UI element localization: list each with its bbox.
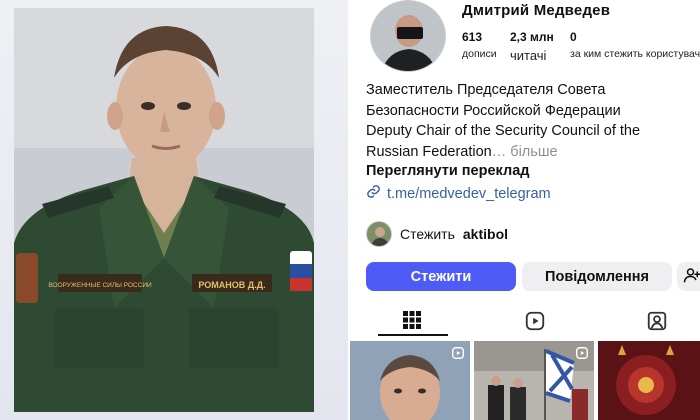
bio-line: Deputy Chair of the Security Council of …: [366, 123, 641, 139]
tagged-icon[interactable]: [646, 310, 670, 334]
followed-by-user: aktibol: [462, 226, 509, 242]
left-photo-panel: ВООРУЖЕННЫЕ СИЛЫ РОССИИ РОМАНОВ Д.Д.: [0, 0, 348, 420]
name-tag-text: РОМАНОВ Д.Д.: [198, 280, 265, 290]
stat-posts-count: 613: [462, 30, 483, 44]
followed-by[interactable]: Стежить aktibol: [366, 221, 508, 247]
bio-more-link[interactable]: … більше: [492, 144, 558, 160]
stat-posts-label: дописи: [462, 48, 497, 60]
stat-posts[interactable]: 613 дописи: [462, 30, 497, 60]
post-thumbnail[interactable]: [598, 341, 700, 420]
posts-grid: [350, 341, 700, 420]
followed-by-prefix: Стежить: [400, 226, 455, 242]
post-thumbnail[interactable]: [474, 341, 594, 420]
see-translation-link[interactable]: Переглянути переклад: [366, 163, 529, 179]
bio-line: Заместитель Председателя Совета: [366, 82, 606, 98]
profile-tabs: [348, 306, 700, 336]
reel-badge-icon: [575, 346, 589, 360]
stat-following-count: 0: [570, 30, 577, 44]
profile-bio: Заместитель Председателя Совета Безопасн…: [366, 80, 696, 162]
profile-link-text: t.me/medvedev_telegram: [387, 185, 551, 202]
stat-followers-count: 2,3 млн: [510, 30, 554, 44]
bio-line: Russian Federation: [366, 143, 492, 160]
reel-badge-icon: [451, 346, 465, 360]
active-tab-indicator: [378, 334, 448, 336]
bio-line: Безопасности Российской Федерации: [366, 102, 621, 119]
soldier-photo: ВООРУЖЕННЫЕ СИЛЫ РОССИИ РОМАНОВ Д.Д.: [14, 8, 314, 412]
grid-icon[interactable]: [402, 310, 426, 334]
profile-panel: Дмитрий Медведев 613 дописи 2,3 млн чита…: [348, 0, 700, 420]
stat-following-label: за ким стежить користувач: [570, 48, 700, 60]
profile-avatar[interactable]: [370, 0, 446, 72]
reels-icon[interactable]: [524, 310, 548, 334]
stat-following[interactable]: 0 за ким стежить користувач: [570, 30, 700, 60]
link-icon: [366, 184, 381, 203]
follower-avatar: [366, 221, 392, 247]
profile-link[interactable]: t.me/medvedev_telegram: [366, 184, 551, 203]
profile-name: Дмитрий Медведев: [462, 2, 611, 19]
post-thumbnail[interactable]: [350, 341, 470, 420]
stat-followers-label: читачі: [510, 48, 547, 63]
add-user-icon: [683, 266, 700, 288]
chevron-patch-text: ВООРУЖЕННЫЕ СИЛЫ РОССИИ: [48, 282, 152, 289]
stat-followers[interactable]: 2,3 млн читачі: [510, 30, 554, 63]
follow-button[interactable]: Стежити: [366, 262, 516, 291]
message-button[interactable]: Повідомлення: [522, 262, 672, 291]
add-user-button[interactable]: [677, 262, 700, 291]
